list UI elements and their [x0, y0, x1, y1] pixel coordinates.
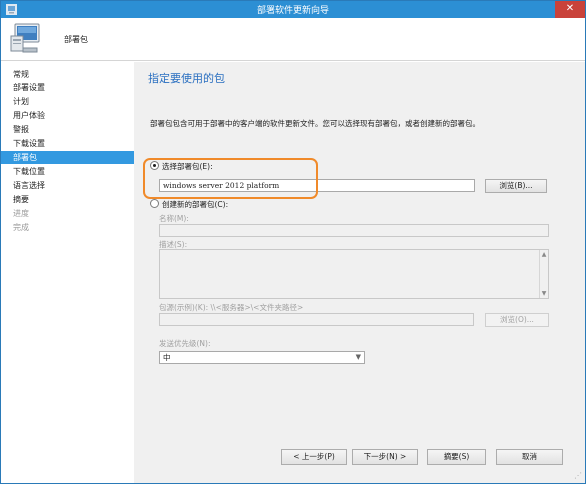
priority-select[interactable]: 中 ▼	[159, 351, 365, 364]
window-title: 部署软件更新向导	[256, 6, 329, 16]
package-description-field[interactable]: ▲ ▼	[159, 249, 549, 299]
priority-value: 中	[163, 353, 171, 362]
step-progress: 进度	[13, 209, 29, 218]
create-package-label[interactable]: 创建新的部署包(C):	[162, 199, 228, 210]
chevron-down-icon: ▼	[355, 353, 361, 361]
package-name-field[interactable]	[159, 224, 549, 237]
package-name-label: 名称(M):	[159, 214, 189, 223]
next-button[interactable]: 下一步(N) >	[352, 449, 418, 465]
annotation-highlight	[143, 158, 318, 199]
step-language-selection[interactable]: 语言选择	[1, 179, 134, 192]
scroll-down-icon[interactable]: ▼	[540, 289, 548, 298]
browse-package-button[interactable]: 浏览(B)...	[485, 179, 547, 193]
title-bar: 部署软件更新向导 ✕	[1, 1, 585, 18]
header-title: 部署包	[64, 35, 88, 44]
package-source-field[interactable]	[159, 313, 474, 326]
step-deployment-package[interactable]: 部署包	[1, 151, 134, 164]
summary-button[interactable]: 摘要(S)	[427, 449, 486, 465]
page-description: 部署包包含可用于部署中的客户端的软件更新文件。您可以选择现有部署包，或者创建新的…	[150, 119, 480, 128]
step-completion: 完成	[13, 223, 29, 232]
scroll-up-icon[interactable]: ▲	[540, 250, 548, 259]
create-package-radio[interactable]	[150, 199, 159, 208]
step-user-experience[interactable]: 用户体验	[1, 109, 134, 122]
step-alerts[interactable]: 警报	[1, 123, 134, 136]
step-download-settings[interactable]: 下载设置	[1, 137, 134, 150]
resize-grip-icon[interactable]: ⋰	[574, 471, 582, 480]
description-scrollbar[interactable]: ▲ ▼	[539, 250, 548, 298]
step-summary[interactable]: 摘要	[1, 193, 134, 206]
wizard-steps: 常规 部署设置 计划 用户体验 警报 下载设置 部署包 下载位置 语言选择 摘要…	[1, 62, 134, 483]
step-general[interactable]: 常规	[1, 68, 134, 81]
cancel-button[interactable]: 取消	[496, 449, 563, 465]
step-download-location[interactable]: 下载位置	[1, 165, 134, 178]
previous-button[interactable]: < 上一步(P)	[281, 449, 347, 465]
step-schedule[interactable]: 计划	[1, 95, 134, 108]
step-deployment-settings[interactable]: 部署设置	[1, 81, 134, 94]
package-source-label: 包源(示例)(K): \\<服务器>\<文件夹路径>	[159, 303, 304, 312]
browse-source-button[interactable]: 浏览(O)...	[485, 313, 549, 327]
computer-icon	[10, 23, 40, 53]
close-button[interactable]: ✕	[555, 1, 585, 18]
wizard-header: 部署包	[1, 18, 585, 61]
wizard-window: 部署软件更新向导 ✕ 部署包 常规 部署设置 计划 用户体验 警报 下载设置 部…	[0, 0, 586, 484]
page-title: 指定要使用的包	[148, 72, 225, 85]
content-panel: 指定要使用的包 部署包包含可用于部署中的客户端的软件更新文件。您可以选择现有部署…	[134, 62, 585, 483]
priority-label: 发送优先级(N):	[159, 339, 211, 348]
